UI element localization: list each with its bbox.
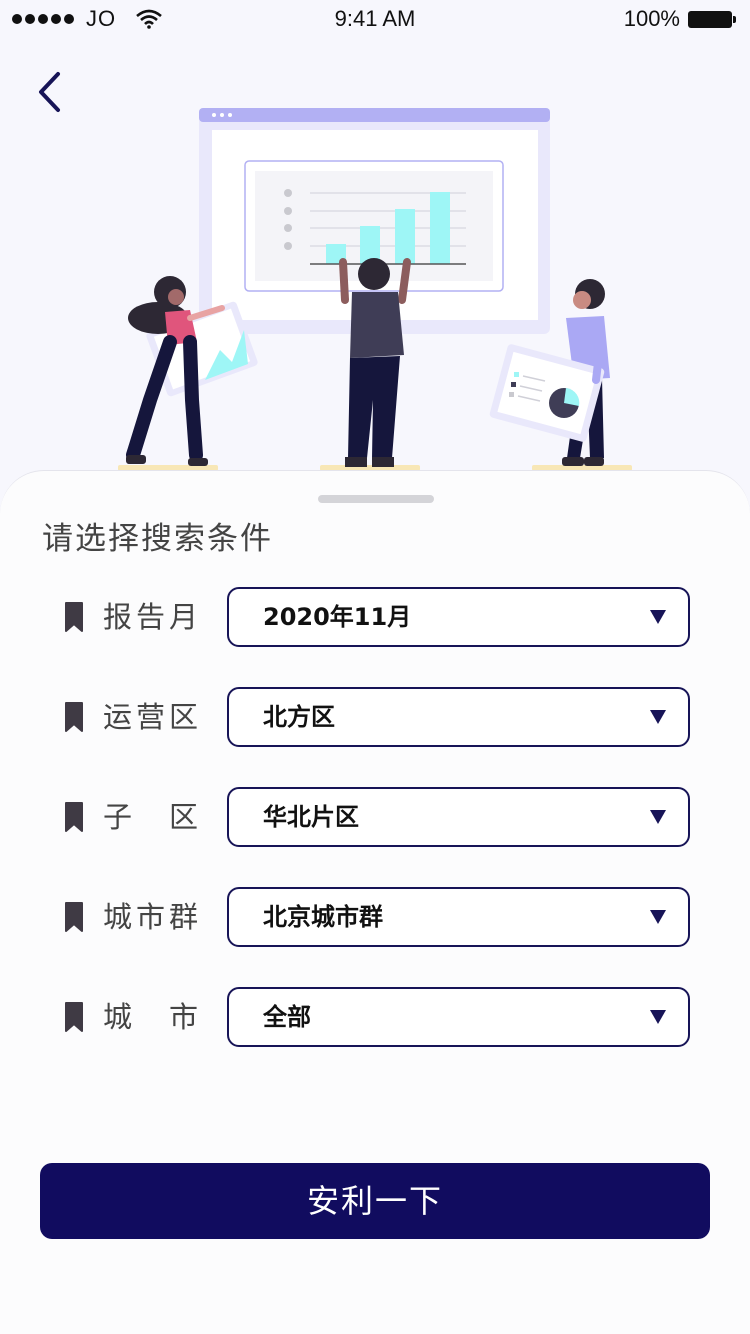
bookmark-icon xyxy=(65,1002,83,1032)
field-label: 城 市 xyxy=(103,1000,203,1034)
sheet-drag-handle[interactable] xyxy=(318,495,434,503)
select-value: 2020年11月 xyxy=(263,603,412,631)
triangle-down-icon xyxy=(650,710,666,724)
search-conditions-sheet: 请选择搜索条件 报告月 2020年11月 运营区 北方区 子 区 华北片区 城市… xyxy=(0,470,750,1334)
operating-area-select[interactable]: 北方区 xyxy=(227,687,690,747)
bookmark-icon xyxy=(65,902,83,932)
report-month-select[interactable]: 2020年11月 xyxy=(227,587,690,647)
select-value: 北方区 xyxy=(263,703,335,731)
select-value: 华北片区 xyxy=(263,803,359,831)
triangle-down-icon xyxy=(650,810,666,824)
city-select[interactable]: 全部 xyxy=(227,987,690,1047)
sub-area-select[interactable]: 华北片区 xyxy=(227,787,690,847)
field-report-month: 报告月 2020年11月 xyxy=(0,587,750,647)
city-cluster-select[interactable]: 北京城市群 xyxy=(227,887,690,947)
bookmark-icon xyxy=(65,802,83,832)
sheet-title: 请选择搜索条件 xyxy=(42,521,273,557)
field-city-cluster: 城市群 北京城市群 xyxy=(0,887,750,947)
bookmark-icon xyxy=(65,702,83,732)
field-label: 子 区 xyxy=(103,800,203,834)
battery-icon xyxy=(688,9,736,29)
submit-button[interactable]: 安利一下 xyxy=(40,1163,710,1239)
chevron-left-icon xyxy=(39,72,60,112)
field-sub-area: 子 区 华北片区 xyxy=(0,787,750,847)
triangle-down-icon xyxy=(650,1010,666,1024)
select-value: 北京城市群 xyxy=(263,903,383,931)
battery-percent: 100% xyxy=(623,6,680,31)
field-label: 运营区 xyxy=(103,700,203,734)
triangle-down-icon xyxy=(650,610,666,624)
select-value: 全部 xyxy=(263,1003,311,1031)
status-bar-right: 100% xyxy=(624,6,736,32)
back-button[interactable] xyxy=(30,68,70,118)
field-label: 报告月 xyxy=(103,600,203,634)
field-label: 城市群 xyxy=(103,900,203,934)
triangle-down-icon xyxy=(650,910,666,924)
field-city: 城 市 全部 xyxy=(0,987,750,1047)
data-analysis-illustration xyxy=(118,108,632,471)
status-bar: JO 9:41 AM 100% xyxy=(0,0,750,40)
field-operating-area: 运营区 北方区 xyxy=(0,687,750,747)
bookmark-icon xyxy=(65,602,83,632)
